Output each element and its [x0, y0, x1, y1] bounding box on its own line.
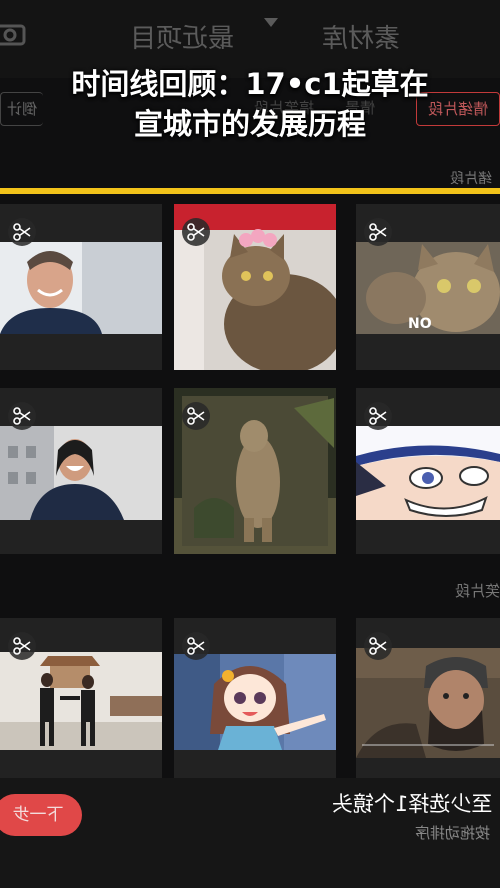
thumbnail — [0, 426, 162, 520]
caret-down-icon[interactable] — [264, 18, 278, 27]
smiling-man-tile[interactable] — [0, 204, 162, 370]
tab-recent-projects[interactable]: 最近项目 — [130, 18, 234, 55]
selection-hint: 至少选择1个镜头 — [331, 792, 492, 816]
thumbnail — [0, 652, 162, 750]
scissors-icon[interactable] — [364, 402, 392, 430]
thumbnail — [174, 654, 336, 750]
next-button[interactable]: 下一步 — [0, 794, 82, 836]
headline-line-1: 时间线回顾：17•c1起草在 — [71, 67, 429, 101]
scissors-icon[interactable] — [364, 632, 392, 660]
svg-text:NO: NO — [408, 316, 432, 332]
headline-line-2: 宣城市的发展历程 — [133, 107, 366, 141]
cat-with-flower-tile[interactable] — [174, 204, 336, 370]
tab-material-library[interactable]: 素材库 — [322, 18, 400, 55]
standing-marmot-tile[interactable] — [174, 388, 336, 554]
scissors-icon[interactable] — [8, 218, 36, 246]
scissors-icon[interactable] — [182, 632, 210, 660]
scissors-icon[interactable] — [182, 218, 210, 246]
divider-bar — [0, 188, 500, 194]
section-label-funny: 笑片段 — [454, 582, 500, 600]
section-label-emotion: 绪片段 — [450, 171, 492, 187]
thumbnail — [356, 426, 500, 520]
bearded-warrior-tile[interactable] — [356, 618, 500, 778]
thumbnail: NO — [356, 242, 500, 334]
top-tabs: 最近项目 素材库 — [130, 18, 400, 54]
laughing-man-tile[interactable] — [0, 388, 162, 554]
headline-overlay: 时间线回顾：17•c1起草在 宣城市的发展历程 — [0, 64, 500, 144]
scissors-icon[interactable] — [182, 402, 210, 430]
sort-hint: 按拖动排序 — [414, 824, 490, 842]
scissors-icon[interactable] — [364, 218, 392, 246]
anime-grin-tile[interactable] — [356, 388, 500, 554]
anime-girl-pointing-tile[interactable] — [174, 618, 336, 778]
next-button-label: 下一步 — [12, 805, 64, 825]
scissors-icon[interactable] — [8, 632, 36, 660]
thumbnail — [356, 648, 500, 758]
dancing-pallbearers-tile[interactable] — [0, 618, 162, 778]
camera-icon[interactable] — [0, 22, 28, 46]
cat-closeup-tile[interactable]: NO — [356, 204, 500, 370]
scissors-icon[interactable] — [8, 402, 36, 430]
thumbnail — [0, 242, 162, 334]
